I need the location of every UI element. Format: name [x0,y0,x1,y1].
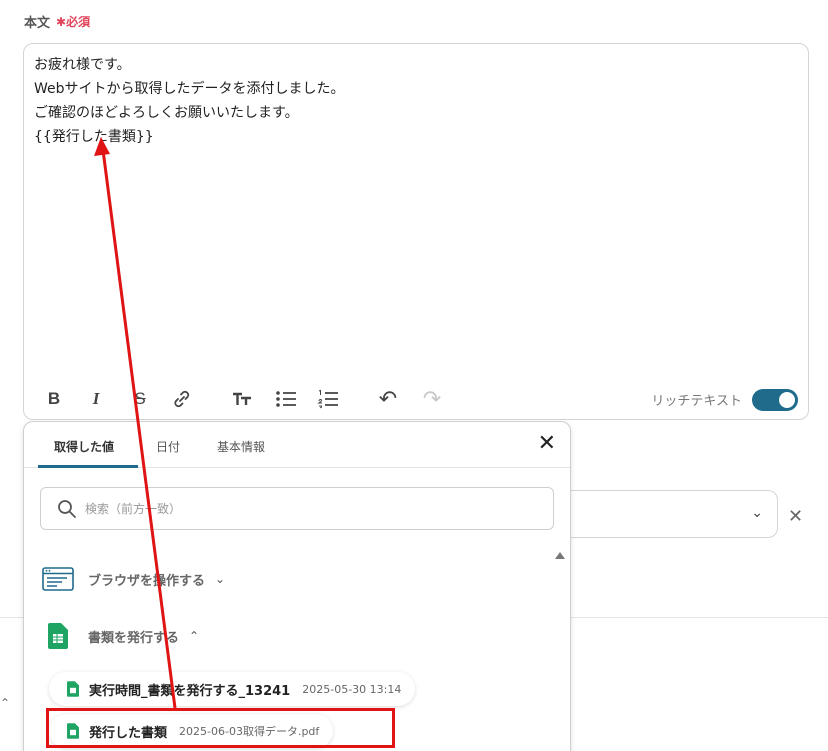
bold-button[interactable]: B [42,387,66,411]
panel-tabs: 取得した値 日付 基本情報 ✕ [24,422,570,468]
bullet-list-button[interactable] [274,387,298,411]
editor-content[interactable]: お疲れ様です。 Webサイトから取得したデータを添付しました。 ご確認のほどよろ… [34,53,798,149]
group-label: ブラウザを操作する [88,573,206,589]
body-label-text: 本文 [24,16,51,31]
rich-text-toggle[interactable] [752,389,798,411]
tab-basic-info[interactable]: 基本情報 [217,438,265,455]
redo-button[interactable]: ↷ [420,387,444,412]
search-icon [58,500,76,518]
list-item[interactable]: 実行時間_書類を発行する_13241 2025-05-30 13:14 [49,672,416,706]
required-mark: ✱ [56,15,67,29]
tab-date[interactable]: 日付 [156,438,180,455]
group-issue-document[interactable]: 書類を発行する ⌃ [42,622,199,650]
chevron-up-icon: ⌃ [189,629,200,643]
close-icon[interactable]: ✕ [538,432,556,456]
chevron-down-icon: ⌄ [215,572,226,586]
italic-button[interactable]: I [84,387,108,411]
chevron-down-icon: ⌄ [751,505,763,521]
browser-window-icon [42,567,74,591]
numbered-list-button[interactable] [316,387,340,411]
highlight-box [46,708,395,748]
link-icon [174,390,190,408]
google-sheets-icon [67,681,79,697]
group-browser-operation[interactable]: ブラウザを操作する ⌄ [42,565,225,593]
tab-acquired-values[interactable]: 取得した値 [54,438,114,455]
numbered-list-icon [317,389,338,409]
item-value: 2025-05-30 13:14 [302,682,402,696]
search-input[interactable] [85,498,525,520]
undo-button[interactable]: ↶ [376,387,400,412]
rich-text-label: リッチテキスト [651,394,742,409]
body-editor[interactable]: お疲れ様です。 Webサイトから取得したデータを添付しました。 ご確認のほどよろ… [23,43,809,420]
strikethrough-button[interactable]: S [128,387,152,411]
active-tab-indicator [38,465,138,468]
left-chevron-icon[interactable]: ⌃ [0,696,10,710]
item-name: 実行時間_書類を発行する_13241 [89,683,291,699]
required-text: 必須 [66,15,91,29]
background-close-icon[interactable]: ✕ [788,506,803,527]
editor-line-3: ご確認のほどよろしくお願いいたします。 [34,105,299,121]
group-label: 書類を発行する [88,630,180,646]
editor-line-4: {{発行した書類}} [34,129,154,145]
value-picker-panel: 取得した値 日付 基本情報 ✕ ブラウザを操作する ⌄ 書類を発行する ⌃ 実行… [23,421,571,751]
editor-line-2: Webサイトから取得したデータを添付しました。 [34,81,345,97]
editor-line-1: お疲れ様です。 [34,57,131,73]
scroll-up-arrow[interactable] [555,552,565,559]
text-size-icon [233,392,251,405]
google-sheets-icon [48,623,68,649]
background-select[interactable]: ⌄ [560,490,778,538]
body-field-label: 本文 ✱必須 [24,12,90,31]
toggle-knob [779,392,795,408]
text-size-button[interactable] [230,387,254,411]
required-badge: ✱必須 [56,13,90,30]
editor-toolbar: B I S ↶ ↷ リッチテキスト [24,377,808,421]
search-box [40,487,554,530]
link-button[interactable] [170,387,194,411]
bullet-list-icon [276,391,296,407]
